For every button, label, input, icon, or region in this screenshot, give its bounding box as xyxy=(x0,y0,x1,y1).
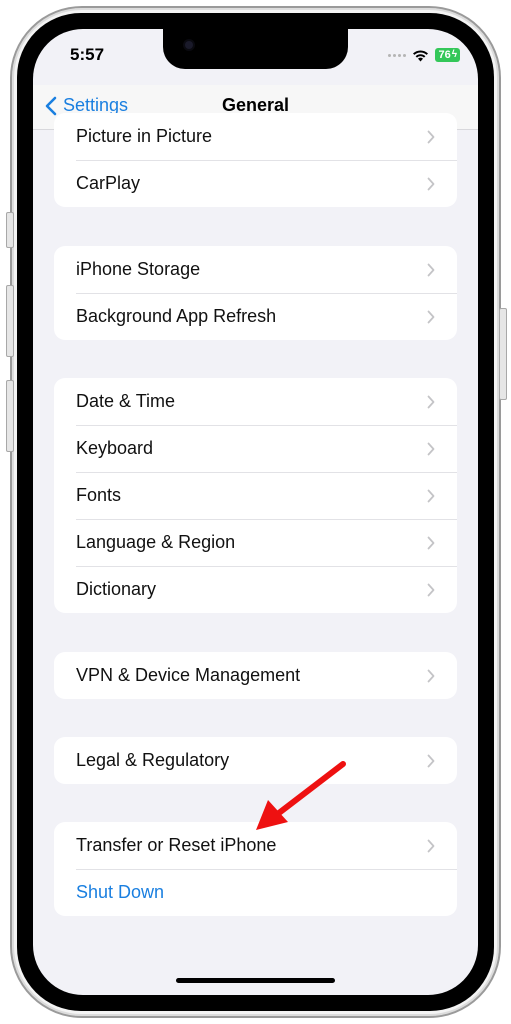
row-label: Date & Time xyxy=(76,391,176,411)
row-label: CarPlay xyxy=(76,173,141,193)
chevron-right-icon xyxy=(427,442,435,455)
settings-group: Transfer or Reset iPhone Shut Down xyxy=(54,822,457,916)
shut-down-button[interactable]: Shut Down xyxy=(54,869,457,916)
settings-group: VPN & Device Management xyxy=(54,652,457,699)
row-label: Fonts xyxy=(76,485,122,505)
row-label: Keyboard xyxy=(76,438,154,458)
screen: 5:57 76 ϟ Settings General Picture in Pi… xyxy=(33,29,478,995)
list-item-dictionary[interactable]: Dictionary xyxy=(54,566,457,613)
settings-group: iPhone Storage Background App Refresh xyxy=(54,246,457,340)
power-button xyxy=(499,308,507,400)
battery-charging-icon: 76 ϟ xyxy=(435,48,460,62)
chevron-right-icon xyxy=(427,130,435,143)
battery-level: 76 xyxy=(438,49,451,61)
wifi-icon xyxy=(413,49,429,61)
row-label: Legal & Regulatory xyxy=(76,750,230,770)
row-label: Picture in Picture xyxy=(76,126,213,146)
chevron-right-icon xyxy=(427,669,435,682)
chevron-right-icon xyxy=(427,489,435,502)
list-item-language-region[interactable]: Language & Region xyxy=(54,519,457,566)
chevron-right-icon xyxy=(427,177,435,190)
row-label: VPN & Device Management xyxy=(76,665,301,685)
settings-group: Date & Time Keyboard Fonts Language & Re… xyxy=(54,378,457,613)
list-item-keyboard[interactable]: Keyboard xyxy=(54,425,457,472)
list-item-carplay[interactable]: CarPlay xyxy=(54,160,457,207)
settings-group: Picture in Picture CarPlay xyxy=(54,113,457,207)
list-item-date-time[interactable]: Date & Time xyxy=(54,378,457,425)
status-icons: 76 ϟ xyxy=(388,48,460,62)
row-label: Dictionary xyxy=(76,579,157,599)
chevron-right-icon xyxy=(427,395,435,408)
status-time: 5:57 xyxy=(70,45,105,64)
list-item-fonts[interactable]: Fonts xyxy=(54,472,457,519)
row-label: iPhone Storage xyxy=(76,259,201,279)
chevron-right-icon xyxy=(427,583,435,596)
list-item-iphone-storage[interactable]: iPhone Storage xyxy=(54,246,457,293)
row-label: Background App Refresh xyxy=(76,306,277,326)
row-label: Transfer or Reset iPhone xyxy=(76,835,277,855)
row-label: Language & Region xyxy=(76,532,236,552)
mute-switch xyxy=(6,212,14,248)
home-indicator[interactable] xyxy=(176,978,335,983)
list-item-picture-in-picture[interactable]: Picture in Picture xyxy=(54,113,457,160)
row-label: Shut Down xyxy=(76,882,165,902)
chevron-right-icon xyxy=(427,310,435,323)
volume-up-button xyxy=(6,285,14,357)
list-item-background-app-refresh[interactable]: Background App Refresh xyxy=(54,293,457,340)
chevron-right-icon xyxy=(427,754,435,767)
front-camera xyxy=(185,41,193,49)
volume-down-button xyxy=(6,380,14,452)
chevron-right-icon xyxy=(427,263,435,276)
list-item-vpn-device-management[interactable]: VPN & Device Management xyxy=(54,652,457,699)
red-arrow-annotation xyxy=(256,761,346,830)
chevron-right-icon xyxy=(427,536,435,549)
chevron-right-icon xyxy=(427,839,435,852)
signal-dots-icon xyxy=(388,53,407,57)
notch xyxy=(163,29,348,69)
